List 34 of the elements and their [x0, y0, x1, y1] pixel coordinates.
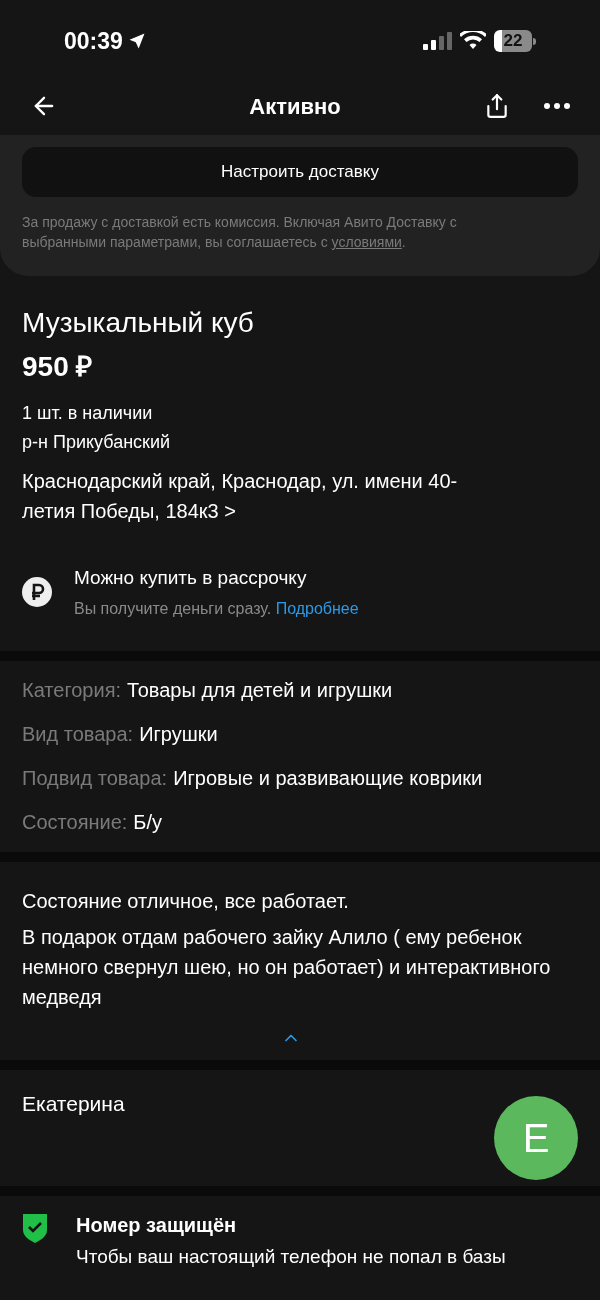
status-time: 00:39: [64, 26, 123, 56]
shield-check-icon: [22, 1211, 48, 1244]
param-label: Подвид товара:: [22, 765, 168, 791]
description-text: Состояние отличное, все работает.: [22, 888, 350, 914]
security-text: Чтобы ваш настоящий телефон не попал в базы: [76, 1245, 506, 1268]
more-button[interactable]: [544, 103, 570, 109]
ruble-icon: [22, 577, 52, 608]
stock-text: 1 шт. в наличии: [22, 402, 154, 425]
more-icon: [544, 103, 570, 109]
param-value: Товары для детей и игрушки: [127, 677, 393, 703]
param-value: Б/у: [133, 809, 163, 835]
param-label: Состояние:: [22, 809, 128, 835]
installment-title: Можно купить в рассрочку: [74, 566, 308, 590]
district-text: р-н Прикубанский: [22, 431, 172, 454]
wifi-icon: [460, 31, 486, 51]
terms-link[interactable]: условиями: [331, 234, 402, 250]
page-title: Активно: [248, 92, 342, 121]
description-text: В подарок отдам рабочего зайку Алило ( ему ребенок немного свернул шею, но он работает) и интерактивного медведя: [22, 924, 552, 1010]
more-info-link[interactable]: Подробнее: [275, 599, 359, 617]
setup-delivery-button[interactable]: Настроить доставку: [22, 147, 578, 197]
installment-text: Вы получите деньги сразу. Подробнее: [74, 598, 359, 619]
param-value: Игровые и развивающие коврики: [173, 765, 483, 791]
param-label: Категория:: [22, 677, 122, 703]
commission-note: За продажу с доставкой есть комиссия. Включая Авито Доставку с выбранными параметрами, вы соглашаетесь с условиями.: [22, 213, 458, 252]
address-link[interactable]: Краснодарский край, Краснодар, ул. имени 40-летия Победы, 184к3 >: [22, 466, 578, 526]
item-price: 950 ₽: [22, 350, 94, 384]
share-button[interactable]: [484, 93, 510, 119]
seller-name: Екатерина: [22, 1090, 125, 1117]
security-title: Номер защищён: [76, 1212, 238, 1238]
item-title: Музыкальный куб: [22, 306, 255, 340]
param-value: Игрушки: [139, 721, 218, 747]
param-label: Вид товара:: [22, 721, 134, 747]
share-icon: [484, 93, 510, 119]
signal-icon: [422, 31, 452, 51]
